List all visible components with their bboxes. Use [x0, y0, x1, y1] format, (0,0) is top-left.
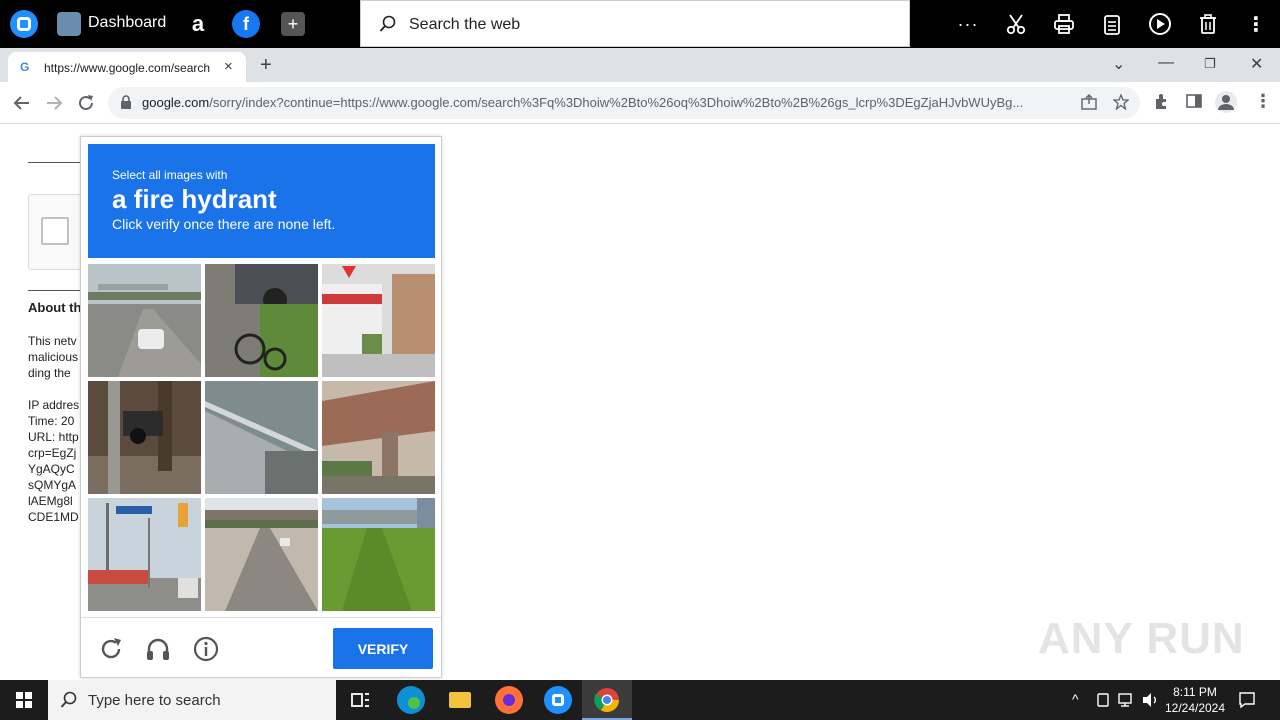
page-text-line: IP addres	[28, 398, 80, 412]
app-top-bar: Dashboard a f + Search the web ··· ⋮	[0, 0, 1280, 48]
play-icon[interactable]	[1148, 12, 1172, 36]
captcha-tile-8[interactable]	[205, 498, 318, 611]
browser-toolbar: google.com/sorry/index?continue=https://…	[0, 82, 1280, 124]
address-path: /sorry/index?continue=https://www.google…	[209, 95, 1024, 110]
google-favicon-icon: G	[20, 60, 30, 74]
side-panel-icon[interactable]	[1186, 93, 1202, 109]
volume-icon[interactable]	[1142, 692, 1160, 708]
recaptcha-challenge: Select all images with a fire hydrant Cl…	[80, 136, 442, 678]
captcha-tile-1[interactable]	[88, 264, 201, 377]
chrome-icon	[594, 688, 619, 713]
captcha-tile-6[interactable]	[322, 381, 435, 494]
browser-tab[interactable]: G https://www.google.com/search ×	[8, 52, 246, 82]
captcha-tile-4[interactable]	[88, 381, 201, 494]
kebab-menu-icon[interactable]: ⋮	[1244, 12, 1268, 36]
captcha-tile-7[interactable]	[88, 498, 201, 611]
taskbar-search[interactable]: Type here to search	[48, 680, 336, 720]
search-icon	[379, 15, 396, 32]
page-text-line: URL: http	[28, 430, 79, 444]
page-text-line: Time: 20	[28, 414, 75, 428]
tab-close-icon[interactable]: ×	[224, 58, 233, 75]
challenge-header: Select all images with a fire hydrant Cl…	[88, 144, 435, 258]
tray-expand-icon[interactable]: ^	[1072, 691, 1079, 707]
taskbar-clock[interactable]: 8:11 PM 12/24/2024	[1160, 684, 1230, 716]
task-view-icon[interactable]	[346, 686, 374, 714]
audio-challenge-icon[interactable]	[144, 635, 172, 663]
extensions-icon[interactable]	[1154, 93, 1170, 109]
share-icon[interactable]	[1081, 94, 1097, 110]
windows-taskbar: Type here to search ^ 8:11 PM 12/24/2024	[0, 680, 1280, 720]
recaptcha-checkbox[interactable]	[41, 217, 69, 245]
firefox-icon[interactable]	[495, 686, 523, 714]
challenge-target: a fire hydrant	[112, 184, 277, 214]
lock-icon[interactable]	[120, 95, 132, 109]
about-heading: About th	[28, 300, 82, 315]
taskbar-search-icon	[60, 691, 77, 708]
windows-start-icon[interactable]	[10, 686, 38, 714]
dashboard-label[interactable]: Dashboard	[88, 14, 166, 32]
print-icon[interactable]	[1052, 12, 1076, 36]
info-icon[interactable]	[192, 635, 220, 663]
page-divider	[28, 162, 80, 163]
add-shortcut-icon[interactable]: +	[281, 12, 305, 36]
page-text-line: YgAQyC	[28, 462, 75, 476]
tray-device-icon[interactable]	[1095, 692, 1111, 708]
file-explorer-icon[interactable]	[446, 686, 474, 714]
challenge-instruction: Select all images with	[112, 168, 228, 182]
close-window-button[interactable]: ✕	[1250, 54, 1263, 74]
page-paragraph-1: This netv malicious ding the	[28, 333, 78, 381]
chrome-menu-icon[interactable]: ⋮	[1254, 91, 1272, 112]
trash-icon[interactable]	[1196, 12, 1220, 36]
clipboard-icon[interactable]	[1100, 12, 1124, 36]
challenge-footer-divider	[81, 617, 441, 618]
verify-button[interactable]: VERIFY	[333, 628, 433, 669]
app-taskbar-icon[interactable]	[544, 686, 572, 714]
anyrun-watermark: ANY RUN	[1038, 614, 1245, 663]
restore-button[interactable]: ❐	[1204, 56, 1216, 72]
web-search-box[interactable]: Search the web	[360, 0, 910, 47]
more-options-icon[interactable]: ···	[956, 12, 980, 36]
profile-avatar-icon[interactable]	[1215, 91, 1237, 113]
network-icon[interactable]	[1118, 692, 1136, 708]
page-text-line: lAEMg8l	[28, 494, 73, 508]
clock-time: 8:11 PM	[1173, 685, 1217, 699]
captcha-tile-3[interactable]	[322, 264, 435, 377]
page-text-line: crp=EgZj	[28, 446, 77, 460]
address-bar[interactable]: google.com/sorry/index?continue=https://…	[108, 87, 1140, 119]
bookmark-star-icon[interactable]	[1113, 94, 1129, 110]
page-text-line: sQMYgA	[28, 478, 77, 492]
minimize-button[interactable]: —	[1158, 54, 1174, 72]
page-text-line: ding the	[28, 366, 71, 380]
page-text-line: malicious	[28, 350, 79, 364]
page-paragraph-2: IP addres Time: 20 URL: http crp=EgZj Yg…	[28, 397, 79, 525]
chrome-taskbar-button[interactable]	[582, 680, 632, 720]
amazon-icon[interactable]: a	[184, 10, 212, 38]
page-text-line: CDE1MD	[28, 510, 79, 524]
reload-icon[interactable]	[76, 93, 96, 113]
taskbar-search-placeholder: Type here to search	[88, 692, 221, 709]
tab-title: https://www.google.com/search	[44, 61, 211, 75]
back-icon[interactable]	[12, 93, 32, 113]
address-host: google.com	[142, 95, 210, 110]
address-url: google.com/sorry/index?continue=https://…	[142, 95, 1072, 110]
challenge-hint: Click verify once there are none left.	[112, 216, 336, 232]
dashboard-icon[interactable]	[57, 12, 81, 36]
web-search-placeholder: Search the web	[409, 16, 521, 33]
forward-icon[interactable]	[44, 93, 64, 113]
reload-challenge-icon[interactable]	[97, 635, 125, 663]
app-logo-icon[interactable]	[10, 10, 38, 38]
new-tab-button[interactable]: +	[260, 54, 272, 77]
clock-date: 12/24/2024	[1164, 701, 1226, 715]
page-divider	[28, 290, 80, 291]
tab-search-icon[interactable]: ⌄	[1112, 54, 1125, 74]
notification-icon[interactable]	[1238, 691, 1256, 709]
captcha-tile-2[interactable]	[205, 264, 318, 377]
cut-icon[interactable]	[1004, 12, 1028, 36]
captcha-tile-9[interactable]	[322, 498, 435, 611]
facebook-icon[interactable]: f	[232, 10, 260, 38]
captcha-tile-5[interactable]	[205, 381, 318, 494]
page-text-line: This netv	[28, 334, 77, 348]
edge-icon[interactable]	[397, 686, 425, 714]
